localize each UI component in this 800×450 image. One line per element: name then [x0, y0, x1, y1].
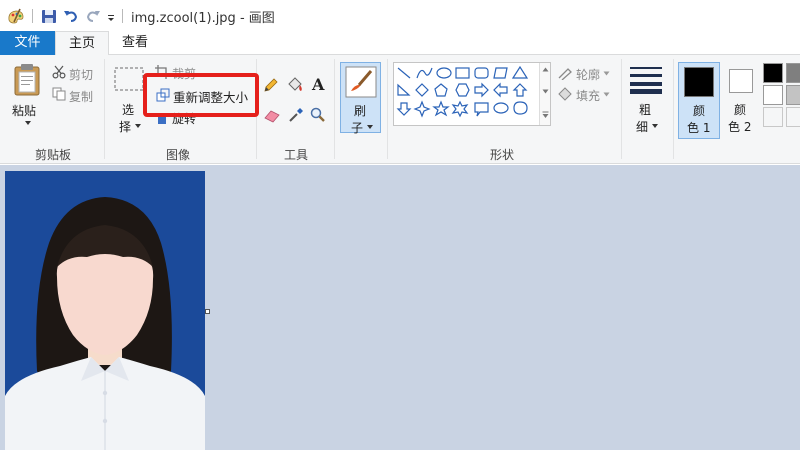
canvas-image[interactable] — [5, 171, 205, 450]
ribbon: 粘贴 剪切 复制 剪贴板 选 择 裁剪 重新调整大小 旋转 图像 A 工具 刷 … — [0, 55, 800, 164]
window-title: img.zcool(1).jpg - 画图 — [131, 11, 275, 26]
color2-label-line2: 色 2 — [728, 120, 752, 134]
palette-swatch-gray[interactable] — [786, 63, 800, 83]
outline-icon[interactable] — [557, 66, 573, 80]
paste-icon[interactable] — [12, 63, 42, 97]
brush-label-line1: 刷 — [354, 104, 367, 118]
scroll-down-icon[interactable] — [542, 89, 549, 94]
color2-label-line1: 颜 — [734, 103, 747, 117]
title-bar: img.zcool(1).jpg - 画图 — [0, 0, 800, 31]
size-dropdown-icon[interactable] — [651, 123, 659, 129]
eraser-icon[interactable] — [263, 107, 281, 123]
color1-label-line1: 颜 — [693, 104, 706, 118]
shapes-gallery-icons — [396, 65, 529, 118]
group-separator — [621, 59, 622, 159]
color2-button[interactable]: 颜 色 2 — [724, 62, 758, 139]
title-separator — [32, 9, 33, 23]
undo-icon[interactable] — [62, 6, 80, 26]
resize-highlight-box — [143, 73, 259, 117]
brush-button[interactable]: 刷 子 — [340, 62, 381, 135]
copy-icon[interactable] — [52, 87, 66, 101]
magnifier-icon[interactable] — [310, 107, 326, 123]
portrait-photo — [5, 171, 205, 450]
size-icon[interactable] — [630, 66, 662, 94]
paste-button[interactable]: 粘贴 — [12, 102, 36, 119]
group-separator — [334, 59, 335, 159]
brush-dropdown-icon — [367, 125, 373, 129]
customize-quick-access-icon[interactable] — [106, 6, 116, 26]
group-separator — [104, 59, 105, 159]
paste-dropdown-icon[interactable] — [24, 120, 32, 126]
tab-view[interactable]: 查看 — [110, 31, 160, 55]
tab-file[interactable]: 文件 — [0, 31, 55, 55]
brush-label-line2: 子 — [351, 121, 364, 135]
select-button-line2[interactable]: 择 — [119, 118, 131, 135]
scroll-up-icon[interactable] — [542, 67, 549, 72]
group-separator — [673, 59, 674, 159]
image-group-label: 图像 — [165, 148, 190, 162]
gallery-expand-icon[interactable] — [542, 111, 549, 119]
copy-button[interactable]: 复制 — [69, 88, 93, 105]
fill-button[interactable]: 填充 — [576, 87, 600, 104]
ribbon-tab-bar: 文件 主页 查看 — [0, 31, 800, 56]
cut-button[interactable]: 剪切 — [69, 66, 93, 83]
redo-icon[interactable] — [84, 6, 102, 26]
clipboard-group-label: 剪贴板 — [34, 148, 71, 162]
select-button-line1[interactable]: 选 — [122, 101, 134, 118]
color1-swatch — [684, 67, 714, 97]
size-label-line1[interactable]: 粗 — [639, 101, 651, 118]
fill-bucket-icon[interactable] — [286, 77, 304, 93]
title-separator — [122, 9, 123, 23]
color-picker-icon[interactable] — [288, 107, 304, 123]
pencil-icon[interactable] — [263, 77, 279, 93]
brush-icon — [345, 66, 377, 98]
shapes-gallery[interactable] — [393, 62, 551, 126]
canvas-workspace[interactable] — [0, 165, 800, 450]
palette-swatch-empty[interactable] — [786, 107, 800, 127]
group-separator — [387, 59, 388, 159]
palette-swatch-empty[interactable] — [763, 107, 783, 127]
palette-swatch-lightgray[interactable] — [786, 85, 800, 105]
tab-home[interactable]: 主页 — [55, 31, 109, 56]
palette-swatch-white[interactable] — [763, 85, 783, 105]
fill-dropdown-icon[interactable] — [603, 92, 610, 97]
size-label-line2[interactable]: 细 — [636, 118, 648, 135]
color2-swatch — [729, 69, 753, 93]
select-icon[interactable] — [114, 67, 144, 91]
color1-button[interactable]: 颜 色 1 — [678, 62, 720, 139]
palette-swatch-black[interactable] — [763, 63, 783, 83]
shapes-scroll[interactable] — [539, 63, 550, 125]
tools-group-label: 工具 — [283, 148, 308, 162]
color1-label-line2: 色 1 — [687, 121, 711, 135]
fill-icon[interactable] — [557, 87, 573, 101]
paint-app-icon[interactable] — [6, 6, 26, 26]
save-icon[interactable] — [40, 6, 58, 26]
select-dropdown-icon[interactable] — [134, 123, 142, 129]
shapes-group-label: 形状 — [489, 148, 514, 162]
outline-dropdown-icon[interactable] — [603, 71, 610, 76]
cut-icon[interactable] — [52, 65, 66, 79]
canvas-resize-handle[interactable] — [205, 309, 210, 314]
text-icon[interactable]: A — [310, 75, 328, 93]
outline-button[interactable]: 轮廓 — [576, 66, 600, 83]
svg-text:A: A — [311, 75, 325, 93]
